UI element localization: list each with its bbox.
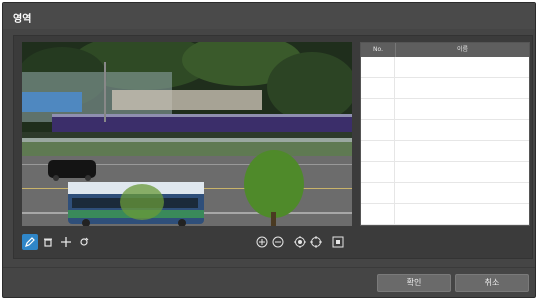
table-row[interactable] [361, 204, 529, 225]
table-row[interactable] [361, 120, 529, 141]
table-row[interactable] [361, 141, 529, 162]
dialog-titlebar[interactable]: 영역 [3, 3, 535, 29]
table-cell-no [361, 183, 395, 204]
table-header: No. 이름 [361, 43, 529, 57]
zoom-in-button[interactable] [254, 234, 270, 250]
draw-area-button[interactable] [22, 234, 38, 250]
move-area-button[interactable] [58, 234, 74, 250]
ptz-center-icon [310, 236, 322, 248]
delete-area-button[interactable] [40, 234, 56, 250]
fit-screen-button[interactable] [330, 234, 346, 250]
table-cell-no [361, 57, 395, 78]
area-list-table: No. 이름 [360, 42, 530, 226]
dialog-title: 영역 [13, 14, 32, 25]
area-dialog: 영역 No. 이름 확인 취소 [2, 2, 536, 298]
table-row[interactable] [361, 99, 529, 120]
ptz-target-icon [294, 236, 306, 248]
table-cell-no [361, 120, 395, 141]
column-header-no[interactable]: No. [361, 46, 395, 53]
table-cell-no [361, 162, 395, 183]
zoom-out-icon [272, 236, 284, 248]
zoom-out-button[interactable] [270, 234, 286, 250]
table-cell-no [361, 141, 395, 162]
zoom-in-icon [256, 236, 268, 248]
edit-points-button[interactable] [76, 234, 92, 250]
dialog-body: No. 이름 [13, 35, 533, 259]
table-cell-no [361, 78, 395, 99]
footer-divider [3, 267, 535, 268]
edit-point-icon [80, 237, 89, 246]
table-cell-no [361, 204, 395, 225]
move-icon [61, 237, 71, 247]
pencil-draw-icon [25, 237, 35, 247]
camera-frame-image [22, 42, 352, 226]
fit-screen-icon [332, 236, 344, 248]
trash-icon [44, 238, 52, 247]
ptz-center-button[interactable] [308, 234, 324, 250]
confirm-button[interactable]: 확인 [377, 274, 451, 292]
ptz-target-button[interactable] [292, 234, 308, 250]
column-header-name[interactable]: 이름 [395, 43, 529, 57]
cancel-button[interactable]: 취소 [455, 274, 529, 292]
table-row[interactable] [361, 78, 529, 99]
table-row[interactable] [361, 57, 529, 78]
table-row[interactable] [361, 183, 529, 204]
camera-video-view[interactable] [22, 42, 352, 226]
table-row[interactable] [361, 162, 529, 183]
table-cell-no [361, 99, 395, 120]
